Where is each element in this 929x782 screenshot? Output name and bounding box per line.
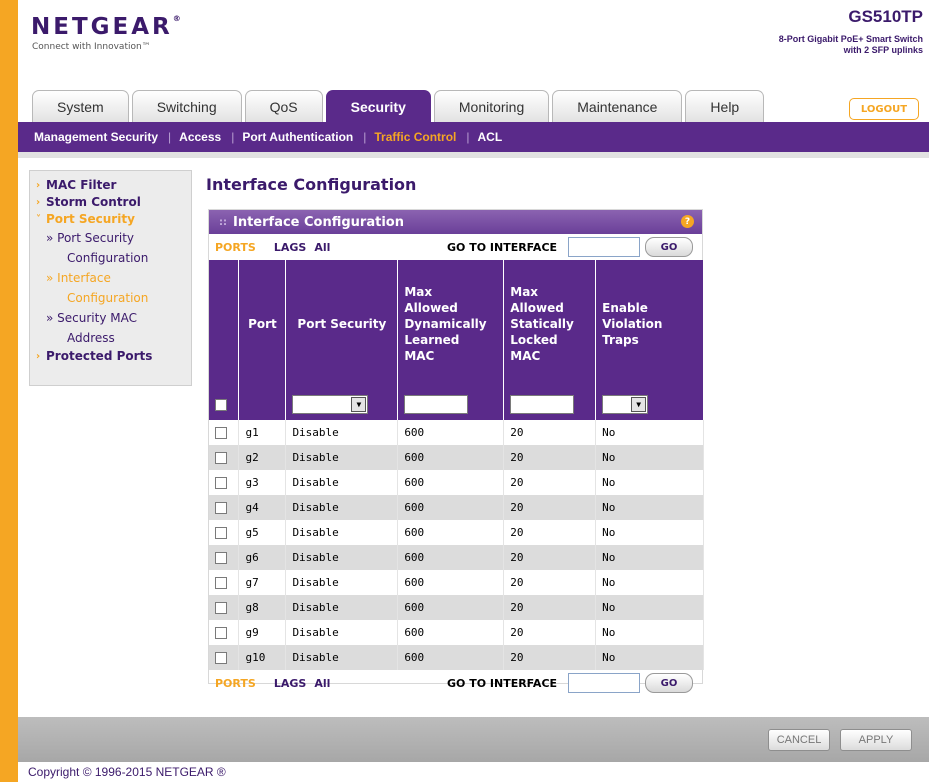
col-select	[209, 260, 240, 388]
row-checkbox[interactable]	[215, 502, 227, 514]
tab-security[interactable]: Security	[325, 90, 431, 122]
tab-switching[interactable]: Switching	[131, 90, 242, 122]
tab-qos[interactable]: QoS	[244, 90, 323, 122]
chevron-down-icon: ▼	[631, 396, 647, 412]
filter-all[interactable]: All	[314, 677, 330, 690]
menu-item-storm-control[interactable]: › Storm Control	[36, 194, 191, 211]
menu-item-protected-ports[interactable]: › Protected Ports	[36, 348, 191, 365]
table-row: g4 Disable 600 20 No	[209, 495, 704, 520]
filter-ports[interactable]: PORTS	[215, 677, 256, 690]
subnav-management-security[interactable]: Management Security	[34, 130, 168, 144]
drag-handle-icon: ::	[219, 216, 227, 228]
table-row: g3 Disable 600 20 No	[209, 470, 704, 495]
chevron-down-icon: ˅	[36, 214, 41, 225]
tab-monitoring[interactable]: Monitoring	[433, 90, 550, 122]
goto-interface-label: GO TO INTERFACE	[447, 240, 558, 254]
go-button[interactable]: GO	[645, 237, 693, 257]
chevron-down-icon: ▼	[351, 396, 367, 412]
row-checkbox[interactable]	[215, 452, 227, 464]
netgear-logo: NETGEAR®	[31, 14, 181, 40]
model-name: GS510TP	[848, 7, 923, 26]
filter-lags[interactable]: LAGS	[274, 677, 306, 690]
table-row: g5 Disable 600 20 No	[209, 520, 704, 545]
panel-title: Interface Configuration	[233, 214, 404, 230]
filter-all[interactable]: All	[314, 241, 330, 254]
filter-ports[interactable]: PORTS	[215, 241, 256, 254]
table-edit-row: ▼ ▼	[209, 388, 704, 420]
logout-button[interactable]: LOGOUT	[849, 98, 919, 120]
sub-navigation: Management Security | Access | Port Authen…	[18, 122, 929, 152]
subnav-acl[interactable]: ACL	[478, 130, 513, 144]
tagline: Connect with Innovation™	[32, 42, 151, 52]
row-checkbox[interactable]	[215, 552, 227, 564]
go-button[interactable]: GO	[645, 673, 693, 693]
subnav-access[interactable]: Access	[179, 130, 231, 144]
menu-sub-interface-configuration[interactable]: » Interface Configuration	[36, 268, 191, 308]
main-tabs: System Switching QoS Security Monitoring…	[32, 90, 767, 122]
row-checkbox[interactable]	[215, 627, 227, 639]
interface-table: Port Port Security Max Allowed Dynamically…	[209, 260, 704, 670]
model-description: 8-Port Gigabit PoE+ Smart Switch with 2 …	[778, 34, 923, 55]
page-title: Interface Configuration	[206, 175, 417, 194]
tab-system[interactable]: System	[32, 90, 129, 122]
col-port: Port	[238, 260, 287, 388]
table-row: g1 Disable 600 20 No	[209, 420, 704, 445]
subnav-separator: |	[168, 130, 172, 144]
menu-sub-port-security-configuration[interactable]: » Port Security Configuration	[36, 228, 191, 268]
row-checkbox[interactable]	[215, 527, 227, 539]
subnav-traffic-control[interactable]: Traffic Control	[374, 130, 466, 144]
port-security-select[interactable]: ▼	[292, 394, 369, 414]
max-static-input[interactable]	[510, 394, 575, 414]
violation-traps-select[interactable]: ▼	[602, 394, 649, 414]
col-max-static: Max Allowed Statically Locked MAC	[503, 260, 597, 388]
subnav-separator: |	[231, 130, 235, 144]
max-dynamic-input[interactable]	[404, 394, 469, 414]
subnav-port-authentication[interactable]: Port Authentication	[242, 130, 363, 144]
copyright: Copyright © 1996-2015 NETGEAR ®	[28, 765, 226, 779]
row-checkbox[interactable]	[215, 477, 227, 489]
chevron-right-icon: ›	[36, 351, 41, 362]
left-accent-bar	[0, 0, 18, 782]
row-checkbox[interactable]	[215, 652, 227, 664]
row-checkbox[interactable]	[215, 602, 227, 614]
apply-button[interactable]: APPLY	[840, 729, 912, 751]
chevron-right-icon: ›	[36, 180, 41, 191]
cancel-button[interactable]: CANCEL	[768, 729, 830, 751]
col-violation-traps: Enable Violation Traps	[595, 260, 704, 388]
left-menu: › MAC Filter › Storm Control ˅ Port Securit…	[29, 170, 192, 386]
table-row: g6 Disable 600 20 No	[209, 545, 704, 570]
table-row: g7 Disable 600 20 No	[209, 570, 704, 595]
table-row: g2 Disable 600 20 No	[209, 445, 704, 470]
menu-item-port-security[interactable]: ˅ Port Security	[36, 211, 191, 228]
filter-lags[interactable]: LAGS	[274, 241, 306, 254]
table-row: g10 Disable 600 20 No	[209, 645, 704, 670]
tab-help[interactable]: Help	[685, 90, 765, 122]
interface-config-panel: :: Interface Configuration ? PORTS LAGS …	[208, 209, 704, 693]
subnav-separator: |	[466, 130, 470, 144]
filter-bar-bottom: PORTS LAGS All GO TO INTERFACE GO	[209, 670, 702, 696]
goto-interface-input[interactable]	[568, 237, 640, 257]
panel-header: :: Interface Configuration ?	[209, 210, 702, 234]
table-header-row: Port Port Security Max Allowed Dynamically…	[209, 260, 704, 388]
filter-bar-top: PORTS LAGS All GO TO INTERFACE GO	[209, 234, 702, 260]
goto-interface-input[interactable]	[568, 673, 640, 693]
row-checkbox[interactable]	[215, 427, 227, 439]
row-checkbox[interactable]	[215, 577, 227, 589]
table-row: g9 Disable 600 20 No	[209, 620, 704, 645]
help-icon[interactable]: ?	[681, 215, 694, 228]
menu-sub-security-mac-address[interactable]: » Security MAC Address	[36, 308, 191, 348]
subnav-separator: |	[363, 130, 367, 144]
chevron-right-icon: ›	[36, 197, 41, 208]
col-port-security: Port Security	[285, 260, 399, 388]
tab-maintenance[interactable]: Maintenance	[552, 90, 683, 122]
col-max-dynamic: Max Allowed Dynamically Learned MAC	[397, 260, 505, 388]
table-row: g8 Disable 600 20 No	[209, 595, 704, 620]
goto-interface-label: GO TO INTERFACE	[447, 676, 558, 690]
menu-item-mac-filter[interactable]: › MAC Filter	[36, 177, 191, 194]
select-all-checkbox[interactable]	[215, 398, 227, 411]
